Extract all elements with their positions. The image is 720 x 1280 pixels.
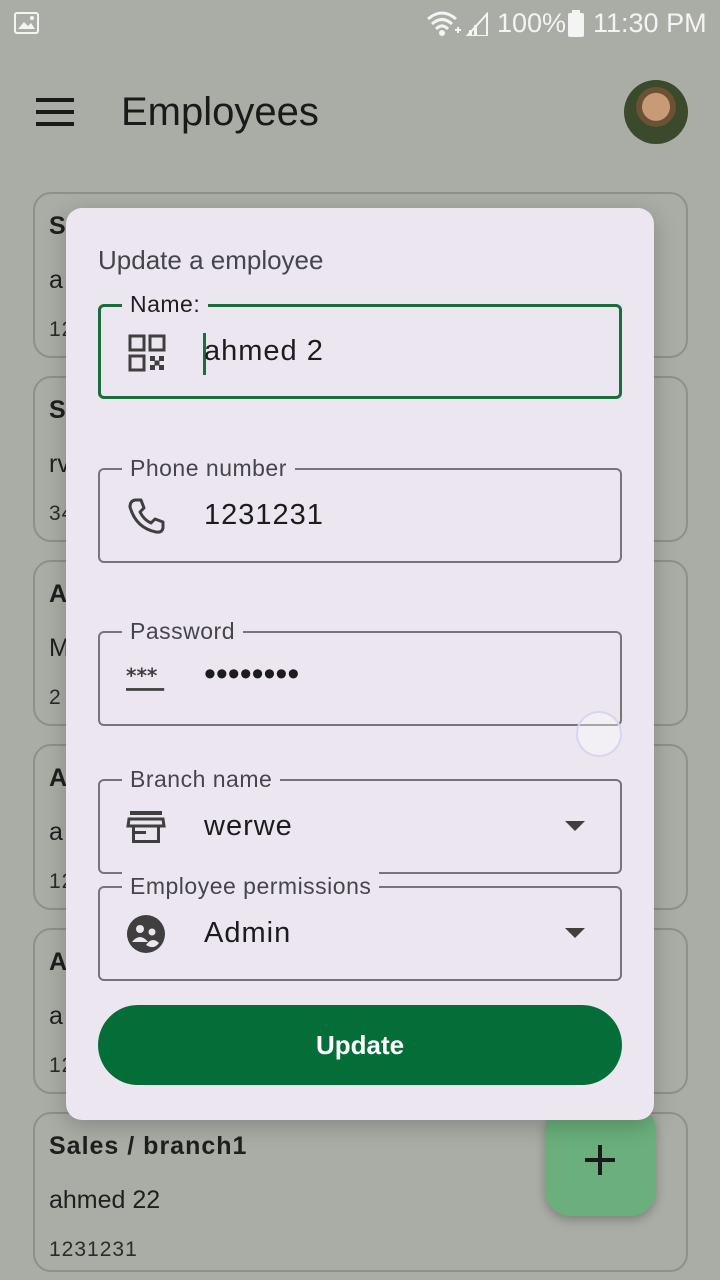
permissions-value: Admin [204, 917, 292, 949]
card-title: S [49, 212, 67, 240]
name-label: Name: [122, 290, 209, 318]
avatar[interactable] [624, 80, 688, 144]
password-label: Password [122, 617, 243, 645]
name-input[interactable]: ahmed 2 [204, 335, 324, 368]
password-input[interactable]: •••••••• [204, 655, 299, 694]
phone-icon [128, 498, 165, 534]
update-button[interactable]: Update [98, 1005, 622, 1085]
branch-select[interactable]: Branch name werwe [98, 765, 622, 874]
chevron-down-icon[interactable] [564, 819, 586, 833]
card-phone: 2 [49, 686, 62, 709]
battery-icon [568, 10, 584, 37]
store-icon [126, 811, 166, 843]
permissions-label: Employee permissions [122, 872, 380, 900]
phone-label: Phone number [122, 454, 295, 482]
chevron-down-icon[interactable] [564, 926, 586, 940]
password-icon: *** [126, 664, 165, 691]
dialog-title: Update a employee [98, 245, 324, 275]
svg-text:***: *** [126, 664, 158, 688]
card-name: a [49, 818, 63, 846]
card-name: a [49, 266, 63, 294]
gallery-icon [14, 12, 39, 34]
battery-percent: 100% [497, 8, 567, 38]
card-title: Sales / branch1 [49, 1132, 248, 1160]
phone-field[interactable]: Phone number 1231231 [98, 454, 622, 563]
clock: 11:30 PM [593, 8, 707, 38]
qr-code-icon [128, 334, 166, 372]
plus-icon [585, 1145, 615, 1175]
card-title: S [49, 396, 67, 424]
card-phone: 1231231 [49, 1238, 138, 1261]
signal-icon [465, 12, 488, 36]
card-name: ahmed 22 [49, 1186, 161, 1214]
phone-input[interactable]: 1231231 [204, 499, 324, 532]
permissions-select[interactable]: Employee permissions Admin [98, 872, 622, 981]
branch-value: werwe [204, 810, 293, 842]
page-title: Employees [121, 90, 319, 134]
name-field[interactable]: Name: ahmed 2 [98, 290, 622, 399]
password-field[interactable]: Password *** •••••••• [98, 617, 622, 726]
status-bar: 100% 11:30 PM [0, 0, 720, 50]
add-employee-button[interactable] [545, 1105, 656, 1216]
touch-ripple [576, 711, 622, 757]
group-icon [127, 915, 165, 953]
wifi-icon [427, 11, 461, 36]
app-bar: Employees [0, 50, 720, 180]
menu-icon[interactable] [36, 96, 76, 128]
card-name: a [49, 1002, 63, 1030]
update-employee-dialog: Update a employee Name: ahmed 2 Phone nu… [66, 208, 654, 1120]
branch-label: Branch name [122, 765, 281, 793]
